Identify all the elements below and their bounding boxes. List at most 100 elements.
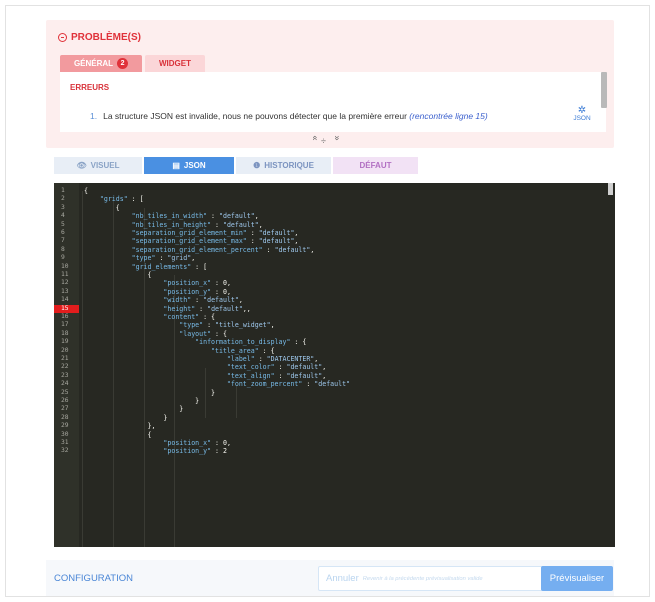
info-icon: ❶ (253, 161, 261, 170)
code-line: "text_color" : "default", (226, 363, 327, 372)
error-message: La structure JSON est invalide, nous ne … (103, 111, 410, 121)
line-number: 21 (61, 355, 69, 362)
footer-bar: CONFIGURATION Annuler Revenir à la précé… (46, 560, 614, 596)
expand-down-icon[interactable]: » (332, 135, 342, 146)
line-number: 2 (61, 195, 65, 203)
line-number: 20 (61, 346, 69, 354)
errors-title: ERREURS (70, 83, 110, 92)
errors-scrollbar[interactable] (601, 72, 607, 108)
tab-general[interactable]: GÉNÉRAL 2 (60, 55, 142, 72)
line-number: 29 (61, 422, 69, 430)
code-line: "title_area" : { (211, 346, 275, 355)
line-number: 13 (61, 287, 69, 295)
tab-defaut-label: DÉFAUT (359, 161, 392, 170)
cancel-hint: Revenir à la précédente prévisualisation… (362, 575, 483, 582)
resize-handle-icon[interactable]: ÷ (321, 136, 332, 146)
line-number: 1 (61, 187, 65, 194)
line-number: 4 (61, 212, 65, 220)
indent-guide (236, 385, 237, 418)
line-number: 25 (61, 388, 69, 396)
indent-guide (82, 191, 83, 547)
code-line: "content" : { (163, 313, 216, 321)
errors-box: ERREURS 1. La structure JSON est invalide… (60, 72, 606, 132)
code-line: { (84, 203, 120, 212)
code-line: "separation_grid_element_max" : "default… (131, 237, 299, 246)
json-code-editor[interactable]: 1 {2 "grids" : [ 3 {4 "nb_tiles_in_width" … (54, 183, 615, 547)
problems-panel: PROBLÈME(S) GÉNÉRAL 2 WIDGET ERREURS 1. L… (46, 20, 614, 148)
line-number: 3 (61, 203, 65, 211)
minus-circle-icon (58, 33, 67, 42)
code-line: "position_x" : 0, (163, 279, 231, 288)
tab-visuel-label: VISUEL (90, 161, 120, 170)
code-line: } (84, 388, 216, 397)
line-number: 17 (61, 321, 69, 329)
tab-historique[interactable]: ❶ HISTORIQUE (236, 157, 331, 174)
tab-general-label: GÉNÉRAL (73, 59, 114, 68)
editor-tabs: 👁︎ VISUEL ▤ JSON ❶ HISTORIQUE DÉFAUT (54, 157, 418, 174)
code-line: "text_align" : "default", (226, 371, 327, 380)
line-number: 22 (61, 363, 69, 371)
code-line: "nb_tiles_in_height" : "default", (131, 220, 263, 229)
code-line: "type" : "title_widget", (179, 321, 275, 330)
editor-scrollbar[interactable] (608, 183, 613, 195)
line-number: 26 (61, 397, 69, 404)
problems-tabs: GÉNÉRAL 2 WIDGET (60, 55, 205, 72)
line-number: 7 (61, 237, 65, 245)
code-line: "grids" : [ (99, 195, 144, 204)
json-link-label: JSON (573, 115, 591, 122)
code-line: "separation_grid_element_min" : "default… (131, 229, 299, 237)
code-line: "width" : "default", (163, 296, 243, 305)
code-line: } (84, 413, 168, 422)
code-line: } (84, 397, 200, 405)
code-line: "height" : "default",, (163, 304, 251, 313)
code-line: { (84, 430, 152, 439)
tab-historique-label: HISTORIQUE (264, 161, 314, 170)
code-line: "separation_grid_element_percent" : "def… (131, 245, 315, 254)
line-number: 9 (61, 254, 65, 262)
code-line: "layout" : { (179, 329, 227, 338)
configuration-link[interactable]: CONFIGURATION (54, 573, 133, 584)
line-number: 24 (61, 380, 69, 388)
line-number: 10 (61, 262, 69, 270)
line-number: 11 (61, 271, 69, 278)
tab-defaut[interactable]: DÉFAUT (333, 157, 418, 174)
code-line: { (84, 187, 88, 195)
json-link[interactable]: ✲ JSON (570, 106, 594, 123)
tab-widget[interactable]: WIDGET (145, 55, 205, 72)
tab-json[interactable]: ▤ JSON (144, 157, 234, 174)
code-line: "position_y" : 0, (163, 287, 231, 296)
line-number: 31 (61, 439, 69, 446)
cancel-button[interactable]: Annuler Revenir à la précédente prévisua… (318, 566, 577, 591)
code-line: "font_zoom_percent" : "default" (226, 380, 351, 389)
line-number: 19 (61, 338, 69, 346)
code-line: "nb_tiles_in_width" : "default", (131, 212, 259, 221)
code-line: "grid_elements" : [ (131, 262, 208, 271)
problems-title-label: PROBLÈME(S) (71, 32, 141, 43)
line-number: 18 (61, 329, 69, 337)
code-line: "information_to_display" : { (195, 338, 307, 347)
line-number: 14 (61, 296, 69, 304)
code-line: "label" : "DATACENTER", (226, 355, 319, 363)
line-number: 28 (61, 413, 69, 421)
code-icon: ▤ (172, 161, 180, 170)
line-number: 5 (61, 220, 65, 228)
panel-controls: «÷» (310, 135, 343, 146)
tab-json-label: JSON (183, 161, 206, 170)
line-number: 6 (61, 229, 65, 236)
line-number: 23 (61, 371, 69, 379)
line-number: 27 (61, 405, 69, 413)
line-number: 8 (61, 245, 65, 253)
line-number: 12 (61, 279, 69, 287)
tab-visuel[interactable]: 👁︎ VISUEL (54, 157, 142, 174)
code-line: } (84, 405, 184, 414)
error-line-link[interactable]: (rencontrée ligne 15) (409, 111, 487, 121)
error-number: 1. (90, 111, 98, 121)
preview-button[interactable]: Prévisualiser (541, 566, 613, 591)
code-line: "position_x" : 0, (163, 439, 231, 447)
error-count-badge: 2 (117, 58, 129, 69)
error-item: 1. La structure JSON est invalide, nous n… (90, 111, 488, 121)
line-number: 32 (61, 447, 69, 455)
collapse-up-icon[interactable]: « (311, 135, 321, 146)
code-line: "type" : "grid", (131, 254, 196, 263)
eye-icon: 👁︎ (76, 161, 87, 170)
